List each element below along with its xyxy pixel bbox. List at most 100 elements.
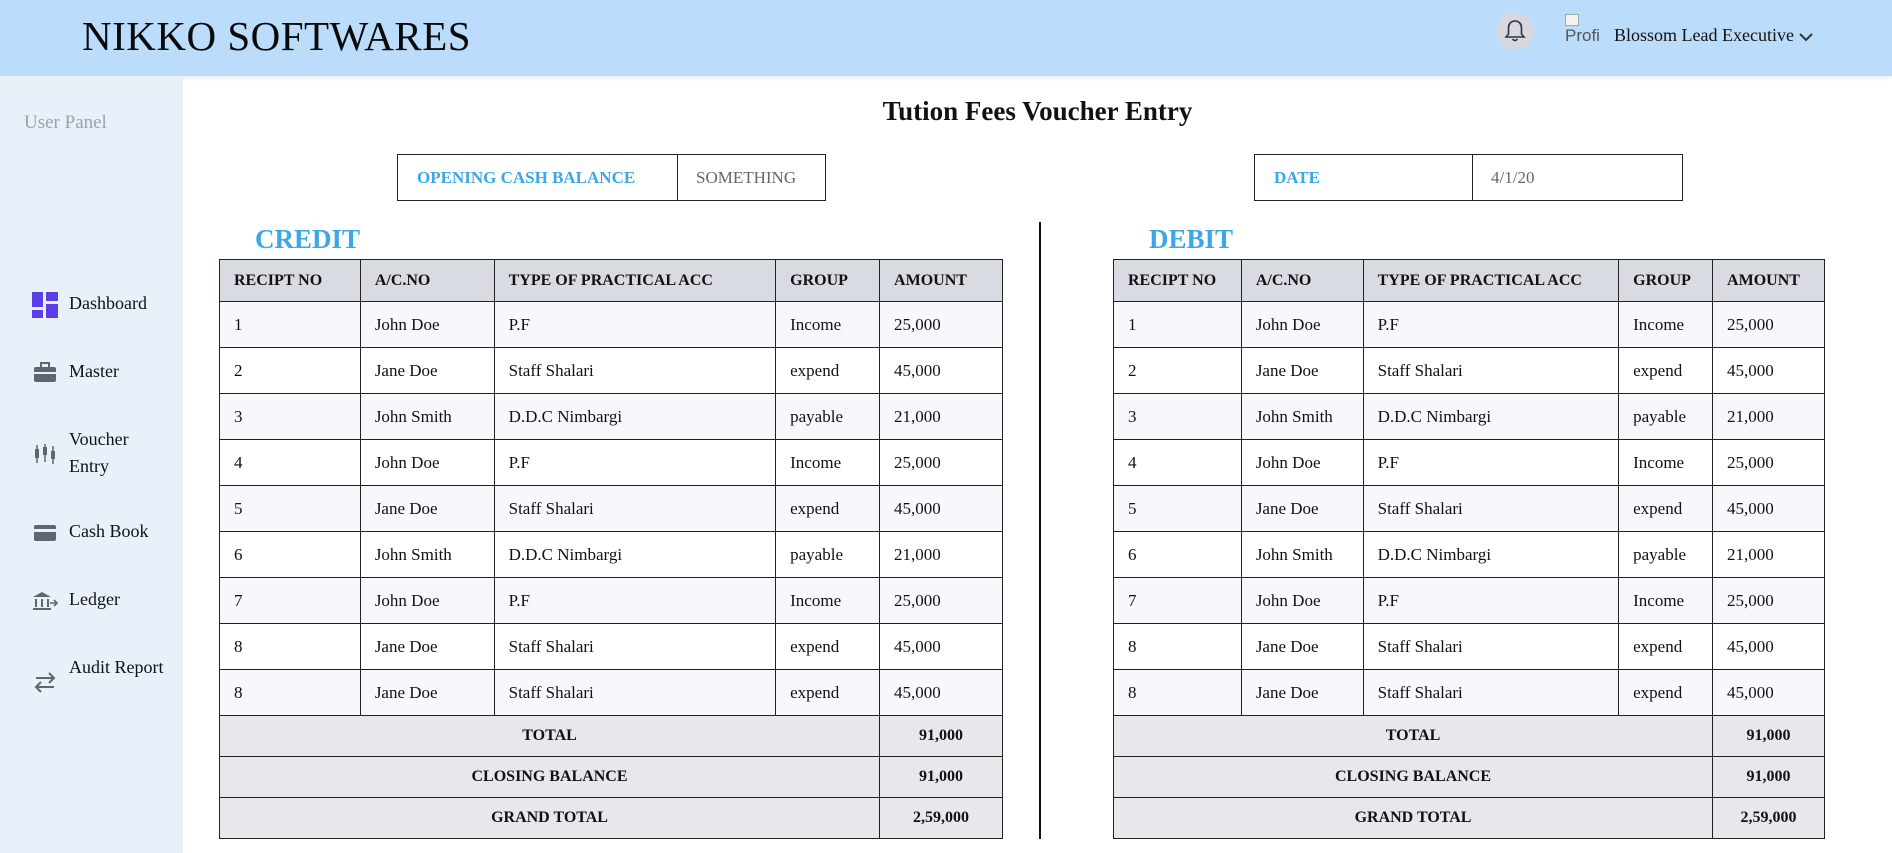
table-row[interactable]: 2 Jane Doe Staff Shalari expend 45,000 — [1113, 347, 1825, 394]
table-cell: 25,000 — [879, 439, 1003, 486]
sidebar: User Panel Dashboard Master Voucher Entr… — [0, 76, 183, 853]
table-cell: 45,000 — [879, 669, 1003, 716]
table-cell: John Doe — [1240, 577, 1364, 624]
table-row[interactable]: 3 John Smith D.D.C Nimbargi payable 21,000 — [219, 393, 1003, 440]
date-field[interactable]: DATE 4/1/20 — [1254, 154, 1683, 201]
total-row: TOTAL 91,000 — [218, 715, 1003, 757]
page-title: Tution Fees Voucher Entry — [882, 96, 1193, 126]
table-cell: 25,000 — [879, 577, 1003, 624]
table-cell: Jane Doe — [1240, 485, 1364, 532]
table-row[interactable]: 4 John Doe P.F Income 25,000 — [1113, 439, 1825, 486]
table-cell: 21,000 — [879, 531, 1003, 578]
sidebar-item-ledger[interactable]: Ledger — [30, 586, 169, 616]
table-cell: D.D.C Nimbargi — [493, 531, 777, 578]
table-cell: John Doe — [359, 301, 495, 348]
table-row[interactable]: 1 John Doe P.F Income 25,000 — [1113, 301, 1825, 348]
table-cell: expend — [1618, 347, 1714, 394]
table-row[interactable]: 8 Jane Doe Staff Shalari expend 45,000 — [219, 623, 1003, 670]
table-cell: Income — [1618, 301, 1714, 348]
grand-total-label: GRAND TOTAL — [218, 797, 881, 839]
table-row[interactable]: 7 John Doe P.F Income 25,000 — [219, 577, 1003, 624]
table-row[interactable]: 8 Jane Doe Staff Shalari expend 45,000 — [1113, 669, 1825, 716]
table-cell: 7 — [219, 577, 361, 624]
table-cell: John Smith — [1240, 393, 1364, 440]
date-label: DATE — [1255, 155, 1473, 200]
table-cell: Staff Shalari — [493, 669, 777, 716]
debit-table: RECIPT NO A/C.NO TYPE OF PRACTICAL ACC G… — [1112, 259, 1825, 839]
table-cell: Income — [1618, 439, 1714, 486]
table-cell: Staff Shalari — [1362, 347, 1620, 394]
closing-balance-value: 91,000 — [879, 756, 1003, 798]
table-cell: Staff Shalari — [1362, 485, 1620, 532]
table-cell: Jane Doe — [1240, 669, 1364, 716]
candlestick-icon — [30, 439, 60, 469]
table-row[interactable]: 6 John Smith D.D.C Nimbargi payable 21,000 — [1113, 531, 1825, 578]
avatar[interactable]: Profi — [1561, 14, 1599, 54]
table-row[interactable]: 8 Jane Doe Staff Shalari expend 45,000 — [219, 669, 1003, 716]
grand-total-row: GRAND TOTAL 2,59,000 — [1112, 797, 1825, 839]
table-cell: Staff Shalari — [493, 623, 777, 670]
table-row[interactable]: 1 John Doe P.F Income 25,000 — [219, 301, 1003, 348]
table-cell: 45,000 — [879, 485, 1003, 532]
sidebar-item-label: Master — [69, 361, 119, 381]
sidebar-item-audit-report[interactable]: Audit Report — [30, 654, 169, 697]
table-cell: expend — [1618, 623, 1714, 670]
table-cell: expend — [1618, 485, 1714, 532]
column-header: GROUP — [1618, 259, 1714, 302]
table-row[interactable]: 2 Jane Doe Staff Shalari expend 45,000 — [219, 347, 1003, 394]
table-cell: expend — [775, 485, 881, 532]
table-row[interactable]: 4 John Doe P.F Income 25,000 — [219, 439, 1003, 486]
table-cell: Staff Shalari — [493, 485, 777, 532]
table-row[interactable]: 5 Jane Doe Staff Shalari expend 45,000 — [219, 485, 1003, 532]
table-cell: John Smith — [1240, 531, 1364, 578]
table-cell: Income — [1618, 577, 1714, 624]
transfer-icon — [30, 667, 60, 697]
sidebar-item-label: Dashboard — [69, 293, 147, 313]
table-cell: 5 — [219, 485, 361, 532]
credit-table: RECIPT NO A/C.NO TYPE OF PRACTICAL ACC G… — [218, 259, 1003, 839]
sidebar-item-label: Cash Book — [69, 521, 149, 541]
total-label: TOTAL — [218, 715, 881, 757]
table-cell: expend — [775, 669, 881, 716]
sidebar-item-master[interactable]: Master — [30, 358, 169, 388]
top-header: NIKKO SOFTWARES Profi Blossom Lead Execu… — [0, 0, 1892, 76]
table-cell: 5 — [1113, 485, 1242, 532]
table-cell: 25,000 — [1712, 301, 1825, 348]
table-row[interactable]: 5 Jane Doe Staff Shalari expend 45,000 — [1113, 485, 1825, 532]
table-row[interactable]: 3 John Smith D.D.C Nimbargi payable 21,000 — [1113, 393, 1825, 440]
table-cell: payable — [775, 531, 881, 578]
table-header-row: RECIPT NO A/C.NO TYPE OF PRACTICAL ACC G… — [1113, 259, 1825, 302]
table-cell: 45,000 — [1712, 485, 1825, 532]
notification-bell-icon[interactable] — [1496, 12, 1534, 50]
column-header: RECIPT NO — [1113, 259, 1242, 302]
table-cell: P.F — [1362, 439, 1620, 486]
table-header-row: RECIPT NO A/C.NO TYPE OF PRACTICAL ACC G… — [219, 259, 1003, 302]
table-cell: Jane Doe — [1240, 623, 1364, 670]
column-header: TYPE OF PRACTICAL ACC — [493, 259, 777, 302]
table-cell: P.F — [493, 301, 777, 348]
sidebar-item-cash-book[interactable]: Cash Book — [30, 518, 169, 548]
table-cell: 7 — [1113, 577, 1242, 624]
table-cell: John Smith — [359, 393, 495, 440]
table-cell: 8 — [219, 669, 361, 716]
closing-balance-label: CLOSING BALANCE — [218, 756, 881, 798]
total-value: 91,000 — [1712, 715, 1825, 757]
date-value[interactable]: 4/1/20 — [1473, 155, 1534, 200]
opening-cash-balance-field[interactable]: OPENING CASH BALANCE SOMETHING — [397, 154, 826, 201]
total-value: 91,000 — [879, 715, 1003, 757]
sidebar-item-voucher-entry[interactable]: Voucher Entry — [30, 426, 169, 480]
user-name[interactable]: Blossom Lead Executive — [1614, 25, 1794, 46]
table-row[interactable]: 8 Jane Doe Staff Shalari expend 45,000 — [1113, 623, 1825, 670]
table-cell: Staff Shalari — [493, 347, 777, 394]
table-cell: Jane Doe — [359, 485, 495, 532]
closing-balance-label: CLOSING BALANCE — [1112, 756, 1714, 798]
grand-total-label: GRAND TOTAL — [1112, 797, 1714, 839]
table-row[interactable]: 7 John Doe P.F Income 25,000 — [1113, 577, 1825, 624]
table-row[interactable]: 6 John Smith D.D.C Nimbargi payable 21,000 — [219, 531, 1003, 578]
briefcase-icon — [30, 358, 60, 388]
table-cell: 1 — [219, 301, 361, 348]
opening-cash-balance-value[interactable]: SOMETHING — [678, 155, 796, 200]
sidebar-item-dashboard[interactable]: Dashboard — [30, 290, 169, 320]
table-cell: 4 — [1113, 439, 1242, 486]
chevron-down-icon[interactable] — [1798, 29, 1814, 47]
